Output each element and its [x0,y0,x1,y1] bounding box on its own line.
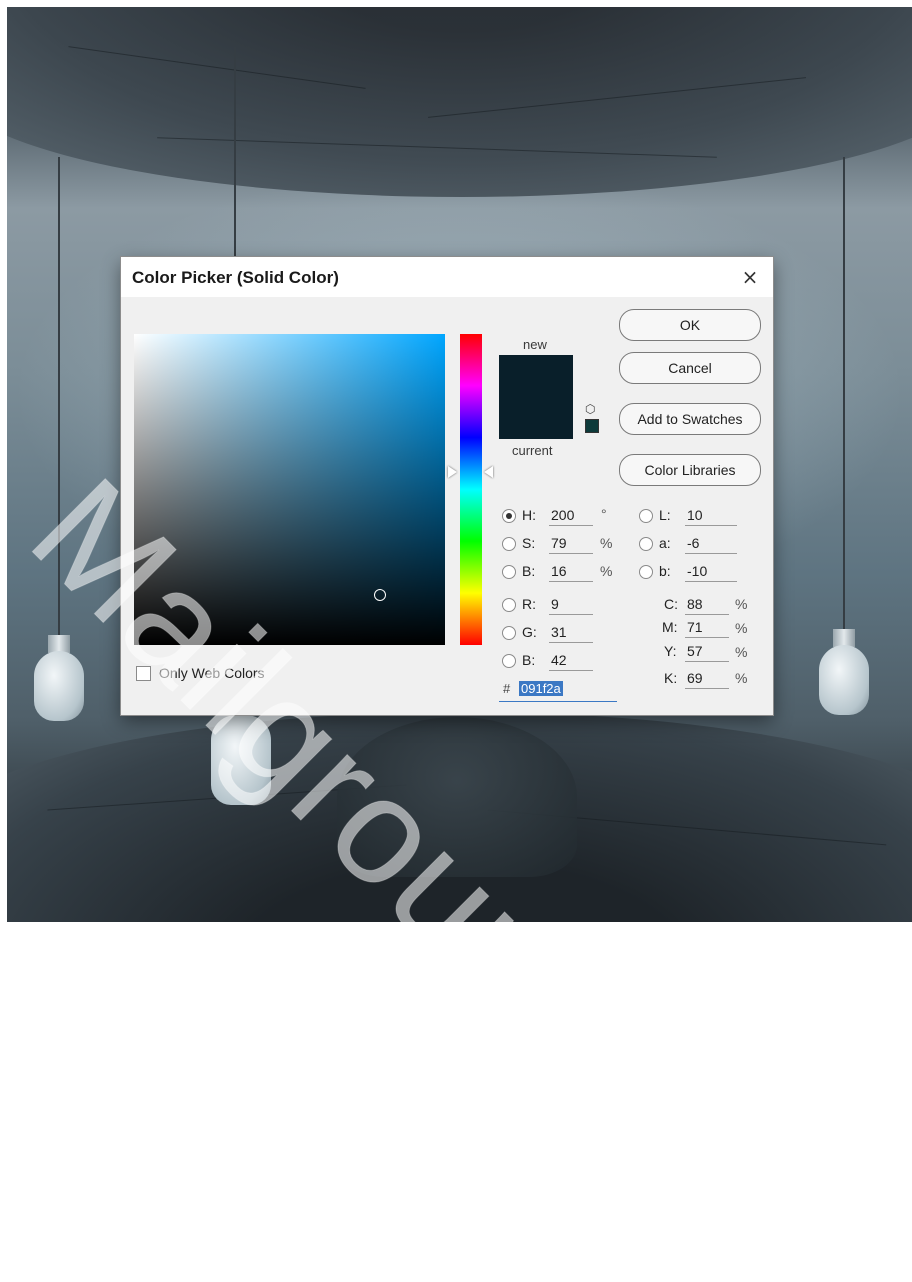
lightness-input[interactable]: 10 [685,505,737,526]
lightness-label: L: [659,507,671,523]
add-to-swatches-button[interactable]: Add to Swatches [619,403,761,435]
bulb-cord [843,157,845,637]
new-label: new [523,337,547,352]
color-libraries-button[interactable]: Color Libraries [619,454,761,486]
green-label: G: [522,624,537,640]
radio-blue[interactable] [502,654,516,668]
a-label: a: [659,535,671,551]
b-lab-input[interactable]: -10 [685,561,737,582]
blue-input[interactable]: 42 [549,650,593,671]
color-picker-dialog: Color Picker (Solid Color) × new current… [121,257,773,715]
black-label: K: [664,670,678,686]
saturation-input[interactable]: 79 [549,533,593,554]
only-web-colors-checkbox[interactable] [136,666,151,681]
hue-label: H: [522,507,536,523]
radio-red[interactable] [502,598,516,612]
cyan-label: C: [664,596,678,612]
hanging-bulb [819,645,869,715]
hex-prefix: # [503,681,511,696]
radio-green[interactable] [502,626,516,640]
brightness-unit: % [600,563,613,579]
bulb-cord [58,157,60,637]
color-field-marker[interactable] [374,589,386,601]
radio-b-lab[interactable] [639,565,653,579]
floor-shadow-mound [337,717,577,877]
title-bar: Color Picker (Solid Color) × [121,257,773,297]
cancel-button[interactable]: Cancel [619,352,761,384]
yellow-unit: % [735,644,748,660]
cyan-unit: % [735,596,748,612]
black-input[interactable]: 69 [685,668,729,689]
yellow-label: Y: [664,643,677,659]
new-color-swatch [499,355,573,397]
hanging-bulb [34,651,84,721]
hex-field[interactable]: # 091f2a [499,679,617,702]
only-web-colors-label[interactable]: Only Web Colors [159,665,265,681]
a-input[interactable]: -6 [685,533,737,554]
ok-button[interactable]: OK [619,309,761,341]
current-color-swatch[interactable] [499,397,573,439]
magenta-input[interactable]: 71 [685,617,729,638]
black-unit: % [735,670,748,686]
magenta-label: M: [662,619,678,635]
hanging-bulb [211,715,271,805]
magenta-unit: % [735,620,748,636]
hue-slider-right-arrow-icon[interactable] [484,466,493,478]
green-input[interactable]: 31 [549,622,593,643]
radio-saturation[interactable] [502,537,516,551]
radio-hue[interactable] [502,509,516,523]
radio-lightness[interactable] [639,509,653,523]
yellow-input[interactable]: 57 [685,641,729,662]
red-input[interactable]: 9 [549,594,593,615]
hue-slider[interactable] [460,334,482,645]
hex-input[interactable]: 091f2a [519,681,563,696]
saturation-unit: % [600,535,613,551]
cracked-ceiling [7,7,912,197]
brightness-label: B: [522,563,536,579]
b-lab-label: b: [659,563,671,579]
red-label: R: [522,596,536,612]
brightness-input[interactable]: 16 [549,561,593,582]
blue-label: B: [522,652,536,668]
hue-slider-left-arrow-icon[interactable] [448,466,457,478]
hue-input[interactable]: 200 [549,505,593,526]
color-field[interactable] [134,334,445,645]
radio-brightness[interactable] [502,565,516,579]
cube-icon[interactable]: ⬡ [585,402,599,416]
radio-a[interactable] [639,537,653,551]
current-label: current [512,443,553,458]
hue-unit: ° [601,506,607,522]
cyan-input[interactable]: 88 [685,594,729,615]
close-icon[interactable]: × [735,263,765,291]
web-safe-swatch-icon[interactable] [585,419,599,433]
saturation-label: S: [522,535,536,551]
dialog-title: Color Picker (Solid Color) [132,268,339,287]
